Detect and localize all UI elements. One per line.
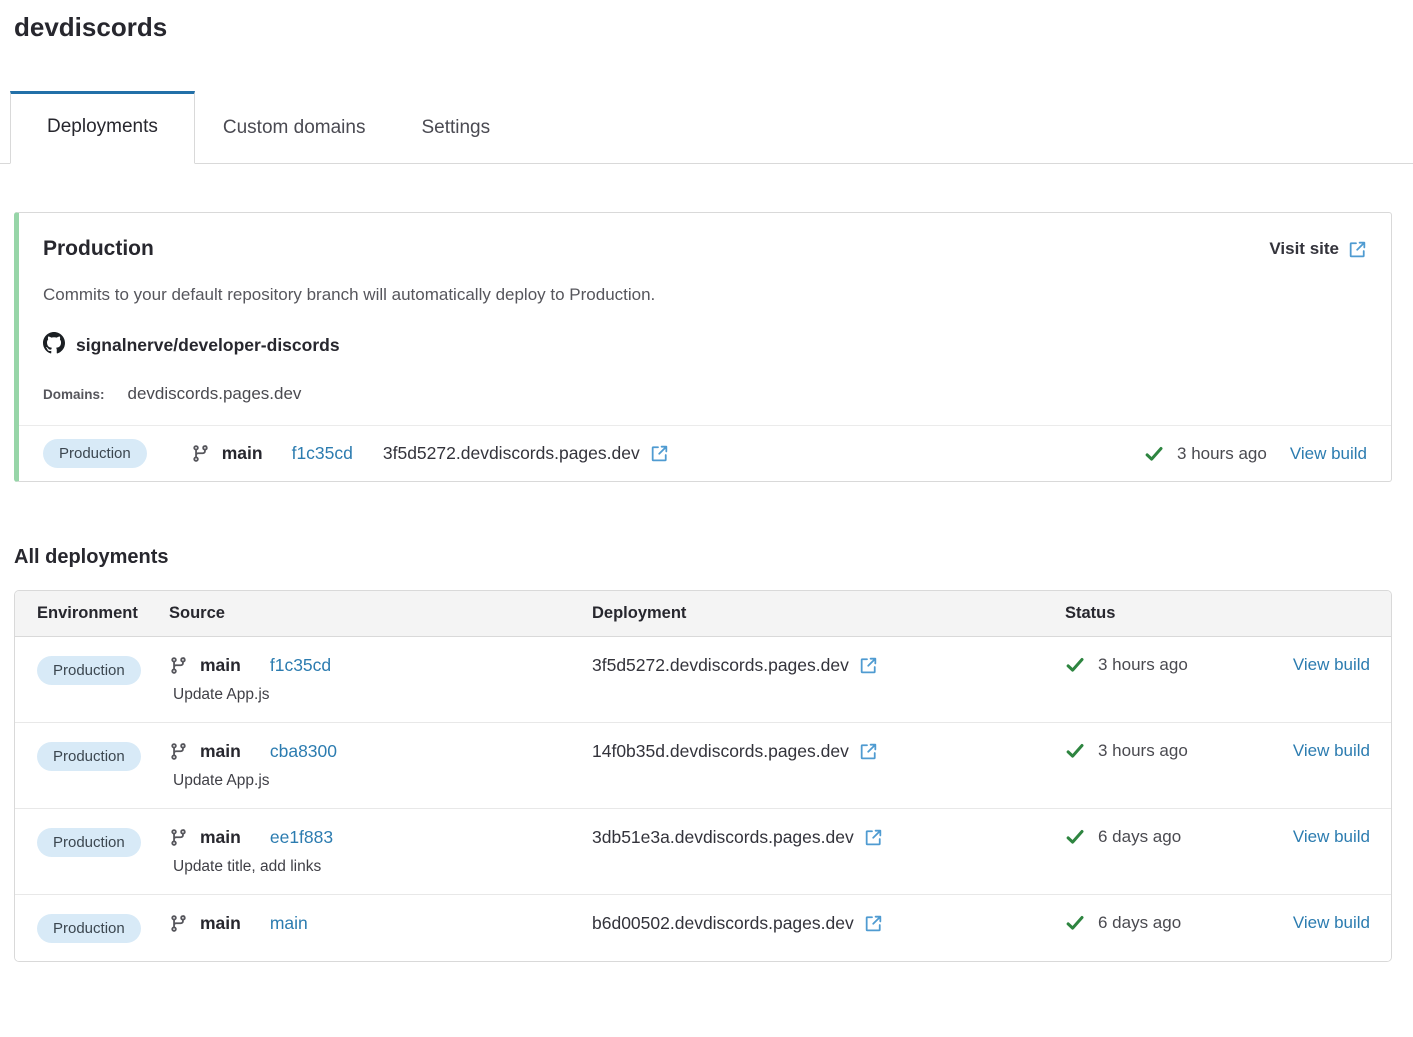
success-check-icon (1065, 741, 1085, 761)
column-header-environment: Environment (37, 604, 169, 623)
branch-name: main (200, 741, 241, 762)
deployment-time: 3 hours ago (1177, 444, 1267, 464)
success-check-icon (1065, 655, 1085, 675)
deployment-url: b6d00502.devdiscords.pages.dev (592, 913, 854, 934)
deployment-time: 3 hours ago (1098, 655, 1188, 675)
column-header-deployment: Deployment (592, 604, 1051, 623)
external-link-icon[interactable] (859, 656, 878, 675)
visit-site-label: Visit site (1269, 239, 1339, 259)
deployment-url: 3f5d5272.devdiscords.pages.dev (592, 655, 849, 676)
success-check-icon (1144, 444, 1164, 464)
commit-message: Update App.js (173, 772, 592, 790)
tab-custom-domains[interactable]: Custom domains (195, 93, 394, 164)
deployment-time: 3 hours ago (1098, 741, 1188, 761)
git-branch-icon (169, 742, 188, 761)
git-branch-icon (191, 444, 210, 463)
external-link-icon (1348, 240, 1367, 259)
commit-link[interactable]: ee1f883 (270, 827, 333, 848)
domains-label: Domains: (43, 387, 105, 402)
view-build-link[interactable]: View build (1290, 444, 1367, 464)
commit-message: Update App.js (173, 686, 592, 704)
view-build-link[interactable]: View build (1293, 827, 1370, 846)
success-check-icon (1065, 913, 1085, 933)
environment-badge: Production (37, 914, 141, 943)
environment-badge: Production (37, 828, 141, 857)
view-build-link[interactable]: View build (1293, 913, 1370, 932)
domains-value: devdiscords.pages.dev (128, 384, 302, 404)
git-branch-icon (169, 914, 188, 933)
branch-name: main (200, 655, 241, 676)
deployment-url: 3db51e3a.devdiscords.pages.dev (592, 827, 854, 848)
commit-link[interactable]: f1c35cd (270, 655, 331, 676)
production-card: Production Visit site Commits to your de… (14, 212, 1392, 482)
commit-message: Update title, add links (173, 858, 592, 876)
deployments-table-body: Production main f1c35cd Update App.js 3f… (15, 637, 1391, 961)
deployment-url: 14f0b35d.devdiscords.pages.dev (592, 741, 849, 762)
external-link-icon[interactable] (650, 444, 669, 463)
git-branch-icon (169, 828, 188, 847)
tab-settings[interactable]: Settings (393, 93, 518, 164)
git-branch-icon (169, 656, 188, 675)
deployments-table-header: Environment Source Deployment Status (15, 591, 1391, 637)
tab-bar: Deployments Custom domains Settings (0, 90, 1413, 164)
pages-project-page: devdiscords Deployments Custom domains S… (0, 0, 1413, 962)
column-header-source: Source (169, 604, 592, 623)
deployment-url: 3f5d5272.devdiscords.pages.dev (383, 443, 640, 464)
environment-badge: Production (37, 742, 141, 771)
deployments-table: Environment Source Deployment Status Pro… (14, 590, 1392, 962)
branch-name: main (200, 827, 241, 848)
external-link-icon[interactable] (859, 742, 878, 761)
environment-badge: Production (37, 656, 141, 685)
environment-badge: Production (43, 439, 147, 468)
all-deployments-title: All deployments (14, 546, 1413, 569)
deployment-time: 6 days ago (1098, 913, 1181, 933)
view-build-link[interactable]: View build (1293, 655, 1370, 674)
deployment-row: Production main f1c35cd Update App.js 3f… (15, 637, 1391, 722)
commit-link[interactable]: cba8300 (270, 741, 337, 762)
branch-name: main (200, 913, 241, 934)
deployment-row: Production main cba8300 Update App.js 14… (15, 722, 1391, 808)
production-card-title: Production (43, 237, 154, 261)
branch-name: main (222, 443, 263, 464)
external-link-icon[interactable] (864, 914, 883, 933)
deployment-time: 6 days ago (1098, 827, 1181, 847)
external-link-icon[interactable] (864, 828, 883, 847)
commit-link[interactable]: main (270, 913, 308, 934)
tab-deployments[interactable]: Deployments (10, 91, 195, 164)
commit-link[interactable]: f1c35cd (292, 443, 353, 464)
latest-deployment-row: Production main f1c35cd 3f5d5272.devdisc… (19, 425, 1391, 481)
github-icon (43, 332, 65, 359)
success-check-icon (1065, 827, 1085, 847)
view-build-link[interactable]: View build (1293, 741, 1370, 760)
deployment-row: Production main ee1f883 Update title, ad… (15, 808, 1391, 894)
deployment-row: Production main main b6d00502.devdiscord… (15, 894, 1391, 961)
production-description: Commits to your default repository branc… (43, 285, 1367, 305)
column-header-status: Status (1051, 604, 1370, 623)
page-title: devdiscords (14, 12, 1413, 43)
repo-name: signalnerve/developer-discords (76, 335, 340, 356)
visit-site-link[interactable]: Visit site (1269, 239, 1367, 259)
